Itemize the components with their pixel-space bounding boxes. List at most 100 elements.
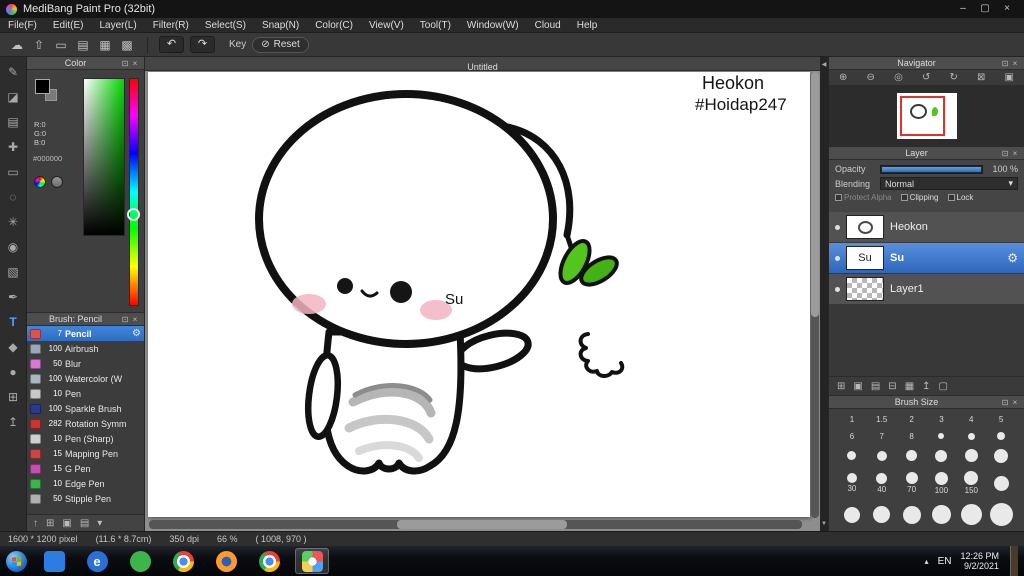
brush-size-option[interactable]: 7 <box>867 429 897 443</box>
menu-item[interactable]: Edit(E) <box>45 18 92 33</box>
move-layer-icon[interactable]: ↥ <box>922 381 930 392</box>
brush-size-option[interactable] <box>837 501 867 529</box>
select-pen-tool[interactable]: ✒ <box>5 289 22 305</box>
visibility-dot-icon[interactable] <box>835 286 840 292</box>
show-desktop-button[interactable] <box>1010 546 1018 576</box>
brush-size-option[interactable] <box>927 501 957 529</box>
add-folder-icon[interactable]: ▣ <box>853 381 862 392</box>
minimize-button[interactable]: – <box>952 1 974 17</box>
eyedropper-tool[interactable]: ◆ <box>5 339 22 355</box>
text-tool[interactable]: T <box>5 314 22 330</box>
taskbar-internet-explorer[interactable]: e <box>80 548 114 574</box>
brush-item[interactable]: 100 Watercolor (W <box>27 371 144 386</box>
saturation-value-picker[interactable] <box>83 78 125 236</box>
brush-item[interactable]: 15 Mapping Pen <box>27 446 144 461</box>
brush-size-option[interactable] <box>867 501 897 529</box>
brush-size-option[interactable] <box>927 429 957 443</box>
brush-item[interactable]: 100 Sparkle Brush <box>27 401 144 416</box>
popout-icon[interactable]: ⊡ <box>1000 398 1010 407</box>
duplicate-layer-icon[interactable]: ▤ <box>871 381 880 392</box>
brush-tool[interactable]: ▤ <box>5 114 22 130</box>
upload-icon[interactable]: ⇧ <box>30 36 48 54</box>
close-panel-icon[interactable]: × <box>130 59 140 68</box>
close-panel-icon[interactable]: × <box>1010 59 1020 68</box>
popout-icon[interactable]: ⊡ <box>120 315 130 324</box>
magic-wand-tool[interactable]: ✳ <box>5 214 22 230</box>
brush-size-option[interactable]: 40 <box>867 469 897 498</box>
brush-size-option[interactable]: 70 <box>897 469 927 498</box>
flip-icon[interactable]: ⊠ <box>977 72 985 83</box>
close-button[interactable]: × <box>996 1 1018 17</box>
maximize-button[interactable]: ▢ <box>974 1 996 17</box>
brush-size-option[interactable] <box>837 446 867 465</box>
brush-size-option[interactable] <box>986 469 1016 498</box>
zoom-fit-icon[interactable]: ◎ <box>894 72 903 83</box>
panel-grid-icon[interactable]: ▩ <box>118 36 136 54</box>
taskbar-chrome-2[interactable] <box>252 548 286 574</box>
vertical-scrollbar-thumb[interactable] <box>811 72 819 318</box>
menu-item[interactable]: Layer(L) <box>91 18 144 33</box>
taskbar-medibang[interactable] <box>295 548 329 574</box>
brush-size-option[interactable]: 100 <box>927 469 957 498</box>
zoom-in-icon[interactable]: ⊕ <box>839 72 847 83</box>
brush-size-option[interactable]: 2 <box>897 412 927 426</box>
brush-item[interactable]: 15 G Pen <box>27 461 144 476</box>
opacity-slider[interactable] <box>880 164 983 174</box>
lock-checkbox[interactable]: Lock <box>947 193 973 202</box>
merge-layer-icon[interactable]: ⊟ <box>888 381 896 392</box>
close-panel-icon[interactable]: × <box>1010 149 1020 158</box>
menu-item[interactable]: View(V) <box>361 18 412 33</box>
visibility-dot-icon[interactable] <box>835 255 840 261</box>
horizontal-scrollbar-thumb[interactable] <box>397 520 567 529</box>
color-wheel-icon[interactable] <box>34 176 46 188</box>
menu-item[interactable]: Cloud <box>527 18 569 33</box>
brush-item[interactable]: 7 Pencil ⚙ <box>27 326 144 341</box>
gear-icon[interactable]: ⚙ <box>132 328 141 339</box>
blending-dropdown[interactable]: Normal ▾ <box>880 177 1018 190</box>
tray-chevron-icon[interactable]: ▴ <box>925 557 929 566</box>
foreground-color-swatch[interactable] <box>35 79 50 94</box>
collapse-down-icon[interactable]: ▼ <box>820 521 828 527</box>
document-icon[interactable]: ▤ <box>74 36 92 54</box>
collapse-left-icon[interactable]: ◀ <box>820 61 828 68</box>
brush-size-option[interactable] <box>897 446 927 465</box>
canvas-tab[interactable]: Untitled <box>467 62 498 72</box>
brush-size-option[interactable] <box>867 446 897 465</box>
brush-item[interactable]: 100 Airbrush <box>27 341 144 356</box>
hue-marker[interactable] <box>127 208 140 221</box>
brush-size-option[interactable] <box>897 501 927 529</box>
brush-size-option[interactable] <box>956 446 986 465</box>
brush-size-option[interactable]: 4 <box>956 412 986 426</box>
brush-size-option[interactable]: 8 <box>897 429 927 443</box>
horizontal-scrollbar[interactable] <box>149 520 802 529</box>
navigator-thumbnail[interactable] <box>896 92 957 139</box>
brush-item[interactable]: 10 Edge Pen <box>27 476 144 491</box>
brush-item[interactable]: 282 Rotation Symm <box>27 416 144 431</box>
color-sliders-icon[interactable] <box>51 176 63 188</box>
menu-item[interactable]: Snap(N) <box>254 18 307 33</box>
edit-brush-icon[interactable]: ▤ <box>80 518 89 529</box>
brush-size-option[interactable] <box>956 429 986 443</box>
language-indicator[interactable]: EN <box>938 556 952 567</box>
brush-size-option[interactable]: 3 <box>927 412 957 426</box>
close-panel-icon[interactable]: × <box>130 315 140 324</box>
brush-size-option[interactable] <box>927 446 957 465</box>
protect-alpha-checkbox[interactable]: Protect Alpha <box>835 193 892 202</box>
clipping-checkbox[interactable]: Clipping <box>900 193 939 202</box>
eraser-tool[interactable]: ◪ <box>5 89 22 105</box>
taskbar-coccoc-browser[interactable] <box>123 548 157 574</box>
menu-item[interactable]: File(F) <box>0 18 45 33</box>
lasso-tool[interactable]: ◌ <box>5 189 22 205</box>
brush-size-option[interactable]: 1 <box>837 412 867 426</box>
add-brush-icon[interactable]: ⊞ <box>46 518 54 529</box>
gear-icon[interactable]: ⚙ <box>1007 251 1018 265</box>
brush-item[interactable]: 10 Pen (Sharp) <box>27 431 144 446</box>
divide-tool[interactable]: ⊞ <box>5 389 22 405</box>
comment-icon[interactable]: ▭ <box>52 36 70 54</box>
pen-tool[interactable]: ✎ <box>5 64 22 80</box>
undo-button[interactable]: ↶ <box>159 36 184 53</box>
menu-item[interactable]: Filter(R) <box>145 18 197 33</box>
duplicate-brush-icon[interactable]: ▣ <box>62 518 71 529</box>
visibility-dot-icon[interactable] <box>835 224 840 230</box>
navigator-viewport-rect[interactable] <box>899 95 945 136</box>
